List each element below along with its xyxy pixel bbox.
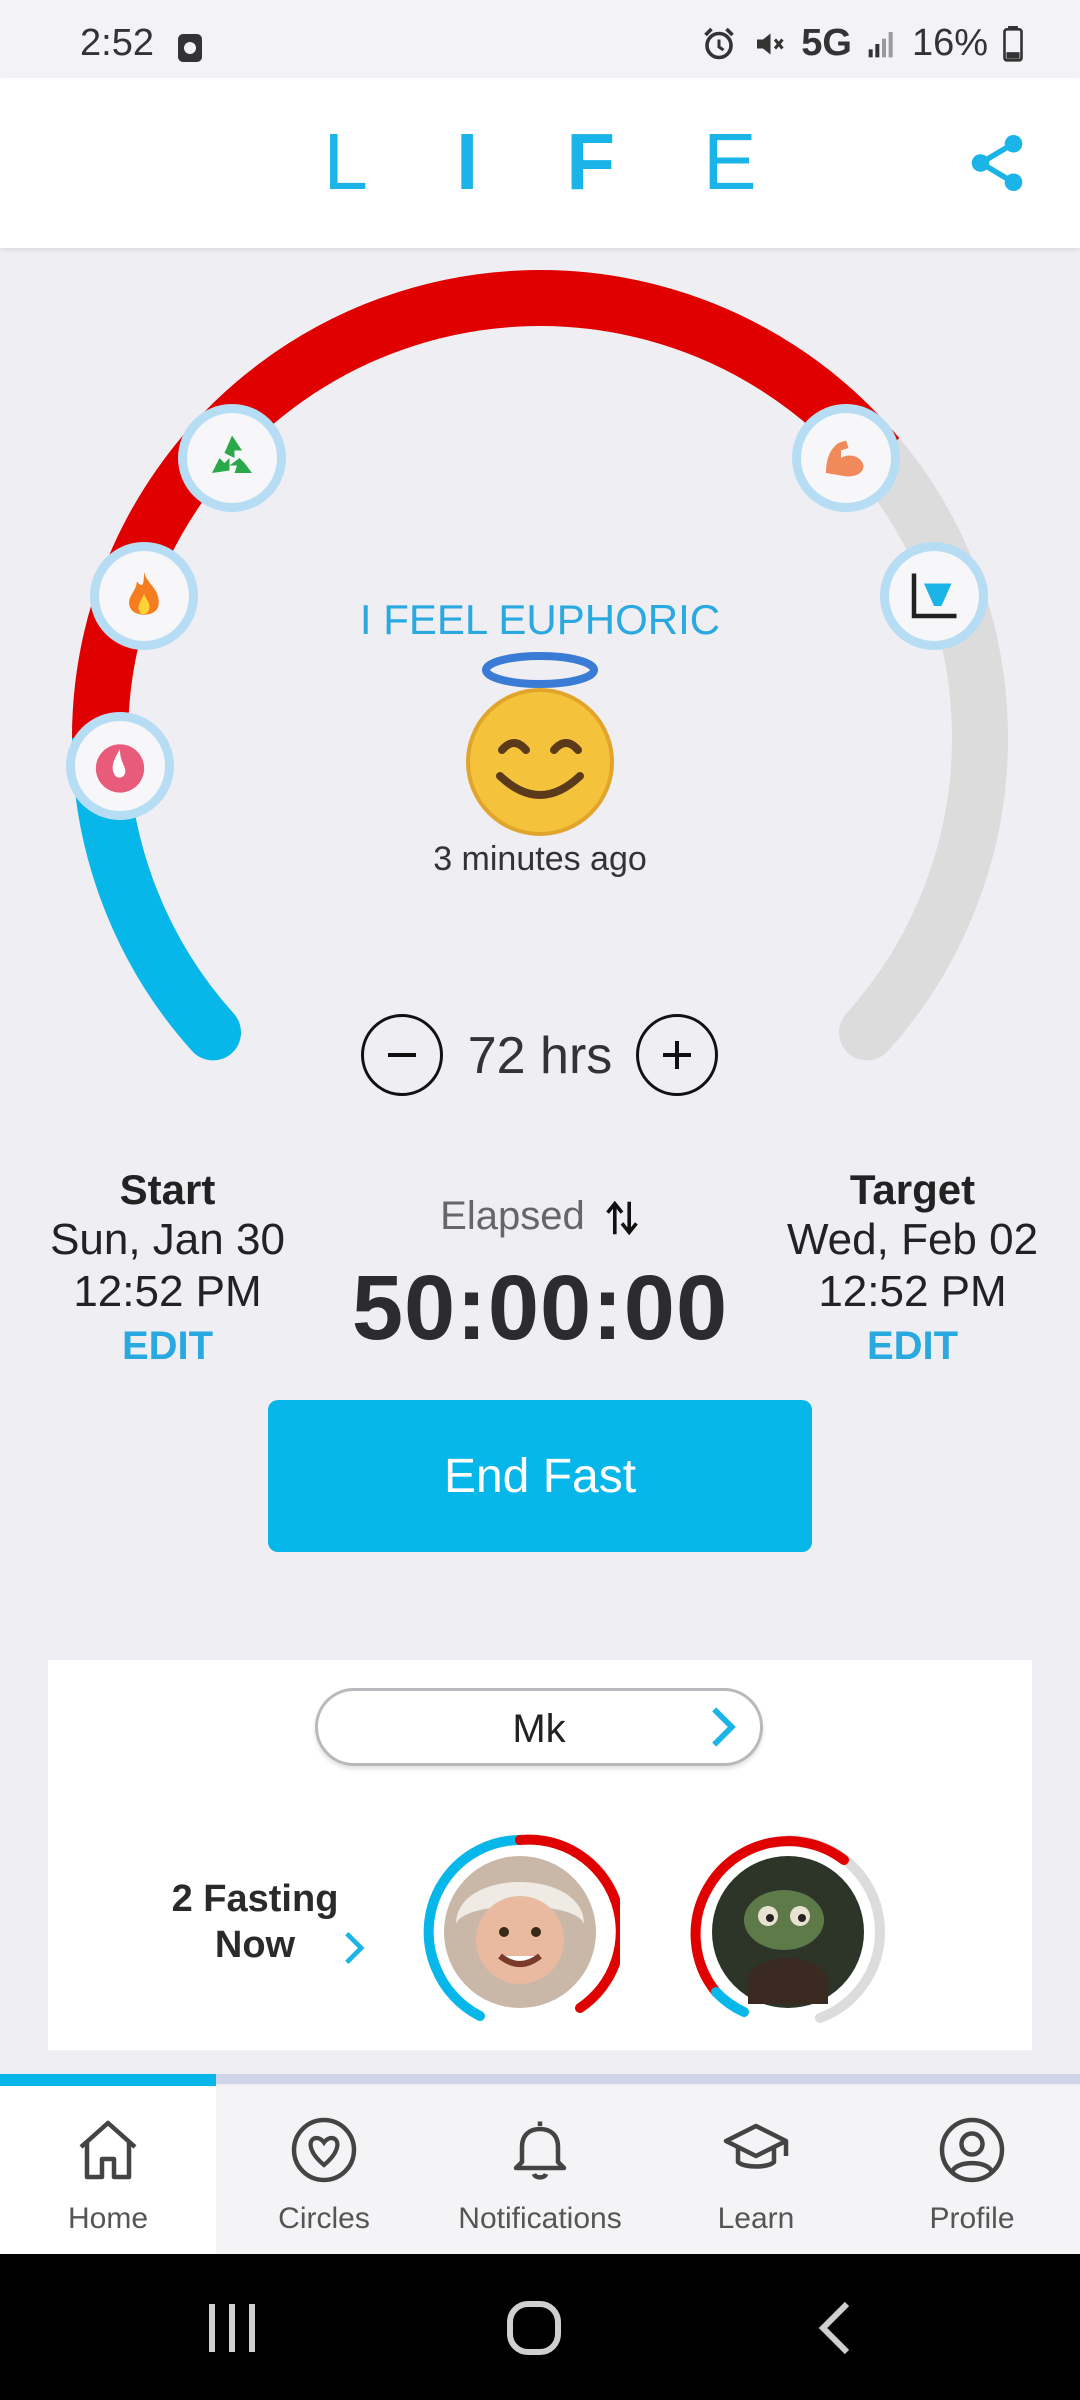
swap-arrows-icon	[606, 1201, 638, 1236]
plus-icon	[663, 1041, 691, 1069]
circle-selector[interactable]: Mk	[315, 1688, 763, 1766]
logo-letter: I	[456, 117, 479, 206]
back-icon[interactable]	[810, 2298, 860, 2358]
fasting-count: 2 Fasting	[171, 1878, 339, 1920]
edit-target-button[interactable]: EDIT	[765, 1324, 1060, 1369]
blood-drop-icon[interactable]	[66, 712, 174, 820]
elapsed-label: Elapsed	[440, 1194, 585, 1238]
heart-circle-icon	[291, 2117, 357, 2183]
nav-home[interactable]: Home	[0, 2086, 216, 2254]
member-avatar[interactable]	[688, 1832, 888, 2032]
app-header: LIFE	[0, 78, 1080, 248]
nav-label: Learn	[717, 2202, 795, 2235]
status-time: 2:52	[80, 22, 154, 64]
fasting-now-label: Now	[214, 1924, 296, 1966]
nav-notifications[interactable]: Notifications	[432, 2086, 648, 2254]
recent-apps-icon[interactable]	[200, 2298, 264, 2358]
target-label: Target	[849, 1166, 976, 1213]
graduation-cap-icon	[723, 2123, 789, 2169]
bell-icon	[513, 2121, 567, 2180]
signal-icon	[868, 31, 893, 57]
logo-letter: L	[323, 117, 369, 206]
nav-learn[interactable]: Learn	[648, 2086, 864, 2254]
target-block: Target Wed, Feb 02 12:52 PM EDIT	[765, 1166, 1060, 1369]
home-icon	[79, 2120, 137, 2180]
system-nav-bar	[0, 2254, 1080, 2400]
decrease-hours-button[interactable]	[361, 1014, 443, 1096]
member-avatar[interactable]	[420, 1832, 620, 2032]
share-icon[interactable]	[964, 130, 1030, 196]
status-right: 5G 16%	[701, 22, 1024, 65]
home-system-icon[interactable]	[502, 2296, 566, 2360]
nav-label: Circles	[278, 2202, 370, 2235]
nav-profile[interactable]: Profile	[864, 2086, 1080, 2254]
app-notification-icon	[178, 34, 202, 62]
logo-letter: E	[703, 117, 757, 206]
nav-circles[interactable]: Circles	[216, 2086, 432, 2254]
duration-value: 72 hrs	[467, 1027, 613, 1085]
network-label: 5G	[801, 22, 852, 64]
target-time: 12:52 PM	[818, 1267, 1007, 1316]
time-ago: 3 minutes ago	[433, 840, 647, 878]
status-bar: 2:52 5G 16%	[0, 0, 1080, 78]
fasting-now-link[interactable]: 2 Fasting Now	[140, 1876, 370, 1968]
battery-icon	[1003, 25, 1023, 62]
recycle-icon[interactable]	[178, 404, 286, 512]
bottom-nav: Home Circles Notifications Learn Profile	[0, 2086, 1080, 2254]
muscle-arm-icon[interactable]	[792, 404, 900, 512]
mute-icon	[757, 33, 784, 54]
nav-label: Notifications	[458, 2202, 622, 2235]
alarm-icon	[704, 27, 735, 59]
logo-letter: F	[566, 117, 616, 206]
chevron-right-icon	[712, 1707, 736, 1747]
nav-label: Home	[67, 2202, 149, 2235]
chevron-right-icon[interactable]	[342, 1930, 366, 1966]
profile-icon	[939, 2117, 1005, 2183]
minus-icon	[388, 1053, 416, 1057]
app-logo: LIFE	[0, 116, 1080, 208]
battery-label: 16%	[911, 22, 988, 64]
nav-label: Profile	[929, 2202, 1015, 2235]
target-date: Wed, Feb 02	[786, 1215, 1039, 1264]
status-text: I FEEL EUPHORIC	[359, 596, 721, 643]
increase-hours-button[interactable]	[636, 1014, 718, 1096]
smiling-halo-emoji-icon	[466, 652, 614, 836]
circle-name: Mk	[512, 1707, 566, 1751]
end-fast-button[interactable]: End Fast	[268, 1400, 812, 1552]
